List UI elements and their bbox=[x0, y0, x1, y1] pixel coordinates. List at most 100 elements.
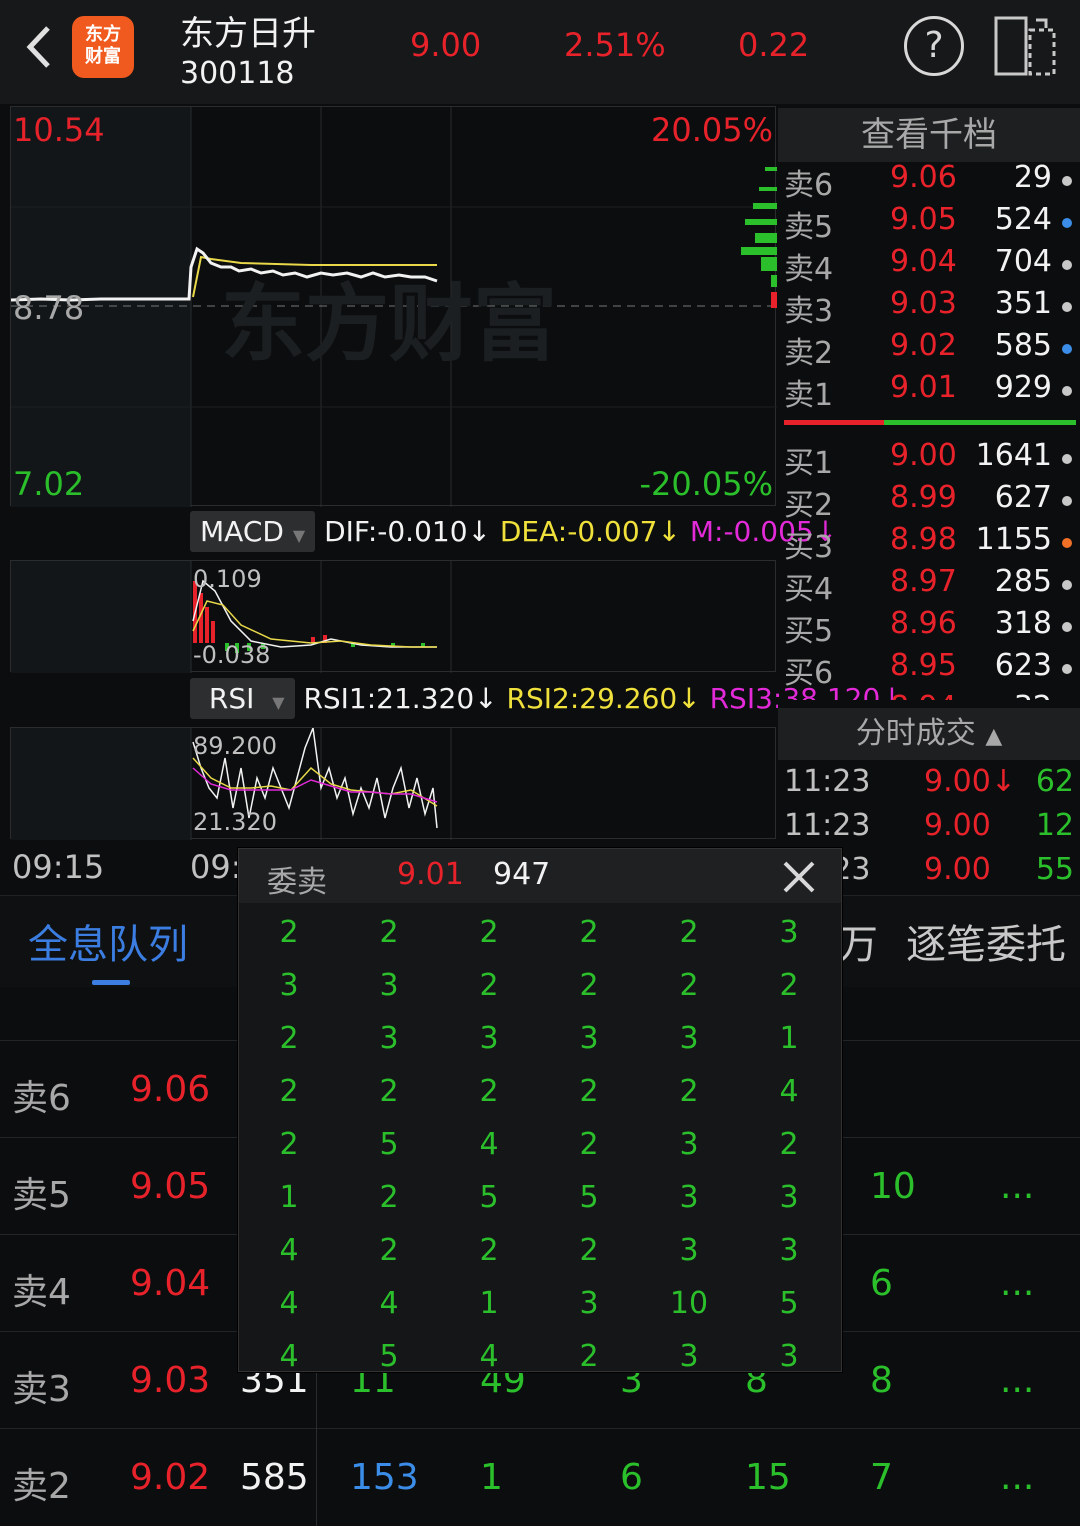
ask-row[interactable]: 卖5 9.05 524 bbox=[784, 202, 1074, 245]
watermark: 东方财富 bbox=[221, 275, 558, 373]
row-price: 9.06 bbox=[130, 1069, 211, 1110]
bid-volume: 623 bbox=[994, 648, 1052, 683]
ask-row[interactable]: 卖1 9.01 929 bbox=[784, 370, 1074, 413]
bid-row[interactable]: 买3 8.98 1155 bbox=[784, 522, 1074, 565]
ask-price: 9.03 bbox=[890, 286, 957, 321]
bid-row[interactable]: 买2 8.99 627 bbox=[784, 480, 1074, 523]
close-icon[interactable] bbox=[781, 859, 817, 895]
popup-volume: 947 bbox=[493, 857, 551, 892]
queue-cell[interactable]: ... bbox=[1000, 1360, 1034, 1401]
status-dot-icon bbox=[1062, 622, 1072, 632]
time-axis-start: 09:15 bbox=[12, 848, 105, 886]
rsi-top-value: 89.200 bbox=[193, 732, 277, 760]
order-size-cell: 2 bbox=[579, 1074, 599, 1109]
ask-row[interactable]: 卖3 9.03 351 bbox=[784, 286, 1074, 329]
macd-selector[interactable]: MACD ▼ bbox=[190, 511, 316, 552]
row-volume: 585 bbox=[240, 1457, 309, 1498]
rsi-chart[interactable]: 89.200 21.320 bbox=[10, 727, 776, 840]
y-axis-low: 7.02 bbox=[13, 465, 85, 503]
ask-price: 9.06 bbox=[890, 160, 957, 195]
table-row[interactable]: 卖2 9.02 585 153 1 6 15 7... bbox=[0, 1428, 1080, 1525]
popup-price: 9.01 bbox=[397, 857, 464, 892]
order-size-cell: 3 bbox=[579, 1286, 599, 1321]
tab-full-queue[interactable]: 全息队列 bbox=[28, 912, 188, 970]
ask-row[interactable]: 卖4 9.04 704 bbox=[784, 244, 1074, 287]
rsi2-value: RSI2:29.260↓ bbox=[506, 682, 701, 715]
row-label: 卖4 bbox=[12, 1272, 71, 1313]
layout-switch-icon[interactable] bbox=[994, 16, 1058, 76]
row-label: 卖2 bbox=[12, 1466, 71, 1507]
rsi-selector[interactable]: RSI ▼ bbox=[190, 678, 295, 719]
ask-queue-popup: 委卖 9.01 947 2 2 2 2 2 3 3 3 2 2 2 2 2 3 3 3 3 1 2 2 2 2 2 4 2 5 4 2… bbox=[238, 848, 842, 1374]
queue-cell[interactable]: 153 bbox=[350, 1457, 419, 1498]
bid-volume: 285 bbox=[994, 564, 1052, 599]
order-size-cell: 3 bbox=[479, 1021, 499, 1056]
bid-label: 买3 bbox=[784, 530, 834, 565]
bid-row[interactable]: 买4 8.97 285 bbox=[784, 564, 1074, 607]
status-dot-icon bbox=[1062, 664, 1072, 674]
order-size-cell: 2 bbox=[679, 1074, 699, 1109]
top-bar: 东方 财富 东方日升 300118 9.00 2.51% 0.22 ? bbox=[0, 0, 1080, 104]
ask-label: 卖6 bbox=[784, 168, 834, 203]
queue-cell[interactable]: 10 bbox=[870, 1166, 916, 1207]
order-size-cell: 2 bbox=[579, 1233, 599, 1268]
ask-volume: 585 bbox=[994, 328, 1052, 363]
order-size-cell: 5 bbox=[779, 1286, 799, 1321]
queue-cell[interactable]: 6 bbox=[620, 1457, 643, 1498]
tick-price: 9.00↓ bbox=[924, 764, 1016, 799]
order-size-cell: 3 bbox=[679, 1021, 699, 1056]
ask-volume: 929 bbox=[994, 370, 1052, 405]
tab-tick-orders[interactable]: 逐笔委托 bbox=[906, 912, 1066, 970]
ask-row[interactable]: 卖6 9.06 29 bbox=[784, 160, 1074, 203]
bid-row[interactable]: 买1 9.00 1641 bbox=[784, 438, 1074, 481]
order-size-cell: 2 bbox=[479, 915, 499, 950]
status-dot-icon bbox=[1062, 580, 1072, 590]
queue-cell[interactable]: ... bbox=[1000, 1166, 1034, 1207]
ask-row[interactable]: 卖2 9.02 585 bbox=[784, 328, 1074, 371]
order-size-cell: 5 bbox=[479, 1180, 499, 1215]
queue-cell[interactable]: 8 bbox=[870, 1360, 893, 1401]
queue-cell[interactable]: 1 bbox=[480, 1457, 503, 1498]
ticks-header[interactable]: 分时成交 ▲ bbox=[778, 708, 1080, 760]
macd-dea: DEA:-0.007↓ bbox=[499, 515, 681, 548]
queue-cell[interactable]: ... bbox=[1000, 1263, 1034, 1304]
row-label: 卖3 bbox=[12, 1369, 71, 1410]
current-price: 9.00 bbox=[410, 26, 482, 64]
bid-row[interactable]: 买6 8.95 623 bbox=[784, 648, 1074, 691]
row-price: 9.05 bbox=[130, 1166, 211, 1207]
order-size-cell: 3 bbox=[679, 1339, 699, 1374]
order-size-cell: 2 bbox=[479, 968, 499, 1003]
bid-volume: 1641 bbox=[975, 438, 1052, 473]
popup-header: 委卖 9.01 947 bbox=[239, 849, 841, 903]
intraday-chart[interactable]: 10.54 8.78 7.02 20.05% -20.05% 东方财富 bbox=[10, 106, 777, 507]
view-depth-button[interactable]: 查看千档 bbox=[778, 108, 1080, 162]
order-size-cell: 10 bbox=[669, 1286, 709, 1321]
popup-title: 委卖 bbox=[267, 865, 327, 900]
macd-chart[interactable]: 0.109 -0.038 bbox=[10, 560, 776, 673]
tab-partial[interactable]: 万 bbox=[838, 912, 878, 970]
tick-volume: 62 bbox=[1035, 764, 1074, 799]
queue-cell[interactable]: 6 bbox=[870, 1263, 893, 1304]
bid-row[interactable]: 买5 8.96 318 bbox=[784, 606, 1074, 649]
bid-volume: 1155 bbox=[975, 522, 1052, 557]
tick-time: 11:23 bbox=[784, 764, 871, 799]
ask-label: 卖5 bbox=[784, 210, 834, 245]
tick-row: 11:23 9.00↓ 62 bbox=[784, 764, 1074, 808]
queue-cell[interactable]: 15 bbox=[745, 1457, 791, 1498]
status-dot-icon bbox=[1062, 344, 1072, 354]
ask-price: 9.04 bbox=[890, 244, 957, 279]
back-arrow-icon[interactable] bbox=[20, 22, 60, 72]
bid-price: 8.98 bbox=[890, 522, 957, 557]
order-size-cell: 5 bbox=[579, 1180, 599, 1215]
ask-label: 卖4 bbox=[784, 252, 834, 287]
queue-cell[interactable]: 7 bbox=[870, 1457, 893, 1498]
ask-label: 卖2 bbox=[784, 336, 834, 371]
help-icon[interactable]: ? bbox=[904, 16, 964, 76]
rsi-chart-svg bbox=[11, 728, 452, 840]
order-size-cell: 2 bbox=[379, 1233, 399, 1268]
order-size-cell: 4 bbox=[279, 1339, 299, 1374]
order-size-cell: 5 bbox=[379, 1339, 399, 1374]
rsi2-line bbox=[192, 757, 438, 807]
queue-cell[interactable]: ... bbox=[1000, 1457, 1034, 1498]
bid-label: 买1 bbox=[784, 446, 834, 481]
